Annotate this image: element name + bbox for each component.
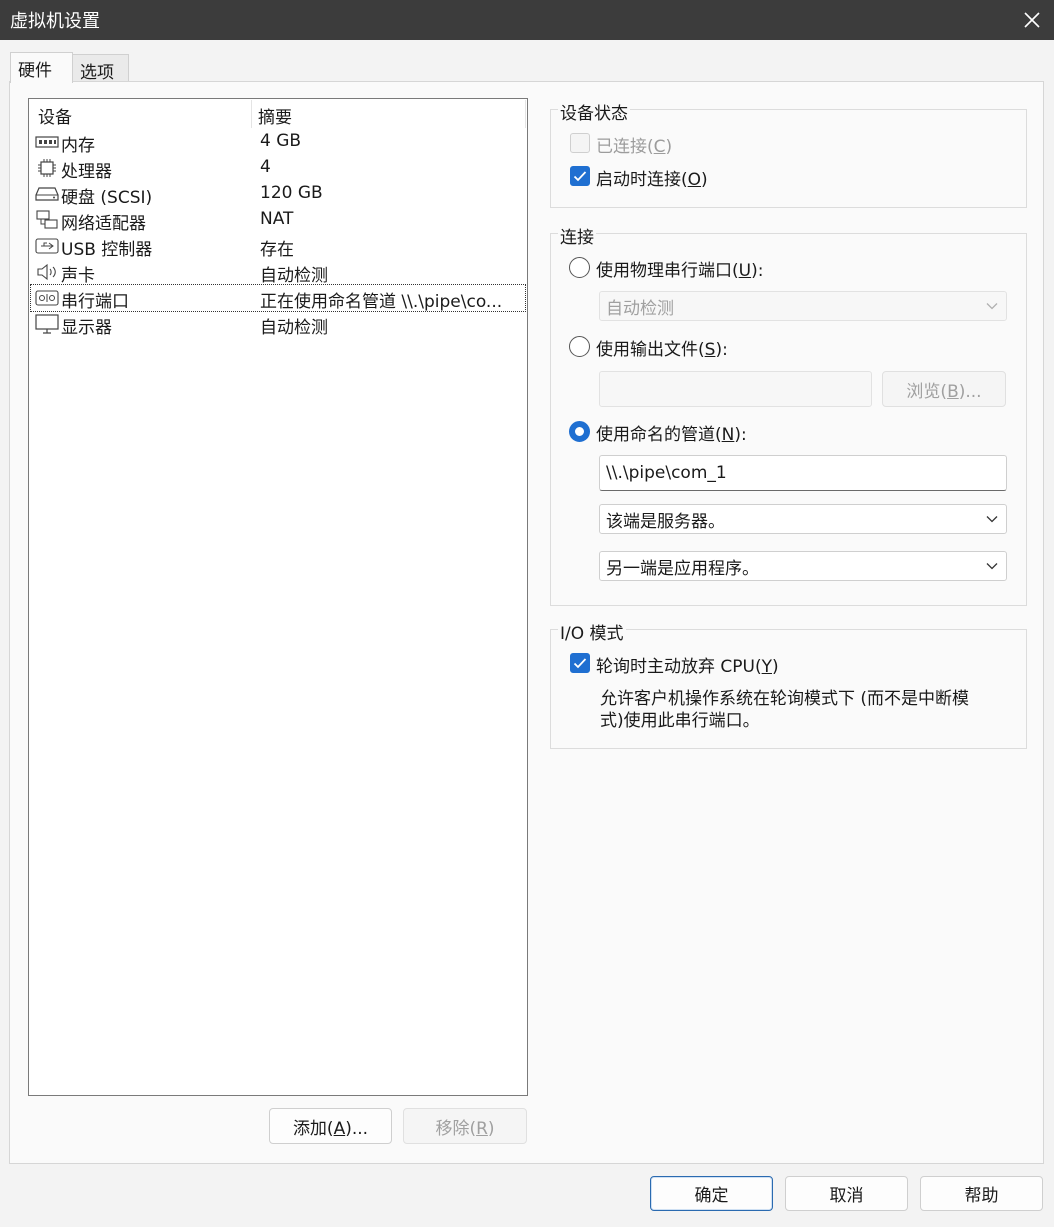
help-button-label: 帮助 xyxy=(964,1186,999,1206)
ok-button[interactable]: 确定 xyxy=(650,1176,773,1211)
named-pipe-input-value: \\.\pipe\com_1 xyxy=(606,463,727,483)
device-summary: 自动检测 xyxy=(260,318,328,338)
device-name: 处理器 xyxy=(61,162,112,182)
tab-options-label: 选项 xyxy=(80,63,114,83)
serial-port-icon xyxy=(35,288,59,308)
tab-hardware-label: 硬件 xyxy=(18,61,52,81)
physical-port-radio[interactable] xyxy=(569,257,590,278)
title-bar: 虚拟机设置 xyxy=(0,0,1054,40)
named-pipe-input[interactable]: \\.\pipe\com_1 xyxy=(599,455,1007,491)
remove-button-label: 移除(R) xyxy=(435,1118,495,1139)
this-end-select-value: 该端是服务器。 xyxy=(606,511,725,532)
this-end-select[interactable]: 该端是服务器。 xyxy=(599,504,1007,534)
connected-checkbox[interactable] xyxy=(570,133,590,153)
io-mode-description-line2: 式)使用此串行端口。 xyxy=(600,711,760,731)
connect-at-power-on-checkbox[interactable] xyxy=(570,166,590,186)
output-file-radio[interactable] xyxy=(569,336,590,357)
display-icon xyxy=(35,314,59,334)
chevron-down-icon xyxy=(986,563,998,570)
connected-label: 已连接(C) xyxy=(596,137,673,157)
processor-icon xyxy=(35,158,59,178)
output-file-label: 使用输出文件(S): xyxy=(596,340,728,360)
device-row-serial-port[interactable]: 串行端口 正在使用命名管道 \\.\pipe\co... xyxy=(30,284,526,312)
device-summary: 4 GB xyxy=(260,131,302,151)
add-device-button[interactable]: 添加(A)... xyxy=(269,1108,392,1144)
device-row-sound-card[interactable]: 声卡 自动检测 xyxy=(31,259,525,286)
device-name: 网络适配器 xyxy=(61,214,146,234)
device-name: USB 控制器 xyxy=(61,240,153,260)
help-button[interactable]: 帮助 xyxy=(920,1176,1043,1211)
yield-cpu-label: 轮询时主动放弃 CPU(Y) xyxy=(596,657,779,677)
cancel-button[interactable]: 取消 xyxy=(785,1176,908,1211)
device-summary: 存在 xyxy=(260,240,294,260)
device-summary: 自动检测 xyxy=(260,266,328,286)
device-name: 显示器 xyxy=(61,318,112,338)
add-button-label: 添加(A)... xyxy=(292,1118,369,1139)
yield-cpu-checkbox[interactable] xyxy=(570,653,590,673)
chevron-down-icon xyxy=(986,303,998,310)
column-divider[interactable] xyxy=(251,100,252,128)
column-header-device[interactable]: 设备 xyxy=(38,103,72,128)
chevron-down-icon xyxy=(986,516,998,523)
named-pipe-label: 使用命名的管道(N): xyxy=(596,425,747,445)
remove-device-button[interactable]: 移除(R) xyxy=(403,1108,527,1144)
close-button[interactable] xyxy=(1010,0,1054,40)
network-adapter-icon xyxy=(35,210,59,230)
browse-button[interactable]: 浏览(B)... xyxy=(882,371,1006,407)
device-name: 串行端口 xyxy=(61,292,129,312)
physical-port-select-value: 自动检测 xyxy=(606,298,674,319)
window-title: 虚拟机设置 xyxy=(10,11,100,32)
connection-title: 连接 xyxy=(558,223,596,248)
device-row-processor[interactable]: 处理器 4 xyxy=(31,155,525,182)
device-status-title: 设备状态 xyxy=(558,99,630,124)
tab-hardware[interactable]: 硬件 xyxy=(10,52,73,83)
device-name: 内存 xyxy=(61,136,95,156)
device-name: 声卡 xyxy=(61,266,95,286)
device-summary: 4 xyxy=(260,157,271,177)
device-row-display[interactable]: 显示器 自动检测 xyxy=(31,311,525,338)
sound-card-icon xyxy=(35,262,59,282)
connect-at-power-on-label: 启动时连接(O) xyxy=(596,170,708,190)
usb-icon xyxy=(35,236,59,256)
other-end-select[interactable]: 另一端是应用程序。 xyxy=(599,551,1007,581)
hard-disk-icon xyxy=(35,184,59,204)
device-row-memory[interactable]: 内存 4 GB xyxy=(31,129,525,156)
device-summary: 120 GB xyxy=(260,183,323,203)
tab-options[interactable]: 选项 xyxy=(72,54,129,83)
column-header-summary[interactable]: 摘要 xyxy=(258,103,292,128)
checkmark-icon xyxy=(573,171,587,182)
device-row-network-adapter[interactable]: 网络适配器 NAT xyxy=(31,207,525,234)
output-file-input[interactable] xyxy=(599,371,872,407)
named-pipe-radio[interactable] xyxy=(569,421,590,442)
device-row-usb-controller[interactable]: USB 控制器 存在 xyxy=(31,233,525,260)
device-list[interactable]: 设备 摘要 内存 4 GB 处理器 4 硬盘 (SCSI) 120 GB 网络适… xyxy=(28,98,528,1096)
column-divider xyxy=(525,100,526,128)
memory-icon xyxy=(35,132,59,152)
other-end-select-value: 另一端是应用程序。 xyxy=(606,558,759,579)
io-mode-title: I/O 模式 xyxy=(558,619,626,644)
device-summary: 正在使用命名管道 \\.\pipe\co... xyxy=(260,292,503,312)
physical-port-select[interactable]: 自动检测 xyxy=(599,291,1007,321)
device-summary: NAT xyxy=(260,209,294,229)
browse-button-label: 浏览(B)... xyxy=(906,381,982,402)
device-name: 硬盘 (SCSI) xyxy=(61,188,153,208)
cancel-button-label: 取消 xyxy=(829,1186,864,1206)
close-icon xyxy=(1024,12,1040,28)
physical-port-label: 使用物理串行端口(U): xyxy=(596,261,764,281)
ok-button-label: 确定 xyxy=(694,1186,729,1206)
checkmark-icon xyxy=(573,658,587,669)
device-row-hard-disk[interactable]: 硬盘 (SCSI) 120 GB xyxy=(31,181,525,208)
